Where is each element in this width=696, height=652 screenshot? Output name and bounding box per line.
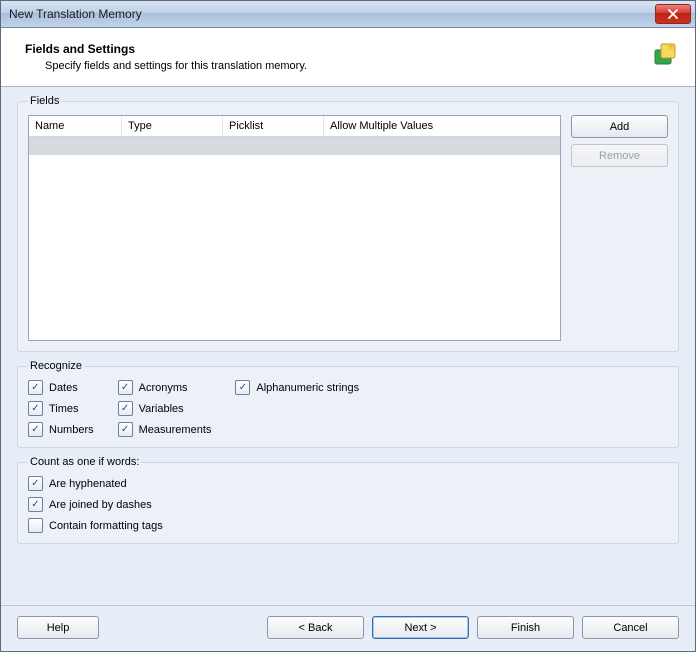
check-icon: ✓ [28, 497, 43, 512]
checkbox-label: Are joined by dashes [49, 499, 152, 511]
header-text: Fields and Settings Specify fields and s… [25, 42, 653, 72]
footer: Help < Back Next > Finish Cancel [1, 605, 695, 651]
checkbox-variables[interactable]: ✓ Variables [118, 401, 212, 416]
checkbox-formatting[interactable]: Contain formatting tags [28, 518, 668, 533]
checkbox-label: Contain formatting tags [49, 520, 163, 532]
check-icon: ✓ [118, 401, 133, 416]
table-row[interactable] [29, 137, 560, 155]
check-icon: ✓ [235, 380, 250, 395]
checkbox-label: Acronyms [139, 382, 188, 394]
page-subtitle: Specify fields and settings for this tra… [25, 60, 653, 72]
col-allow-multiple[interactable]: Allow Multiple Values [324, 116, 560, 136]
check-icon: ✓ [118, 380, 133, 395]
col-type[interactable]: Type [122, 116, 223, 136]
fields-table-body[interactable] [29, 137, 560, 340]
back-button[interactable]: < Back [267, 616, 364, 639]
count-group: Count as one if words: ✓ Are hyphenated … [17, 456, 679, 544]
header: Fields and Settings Specify fields and s… [1, 28, 695, 87]
checkbox-dashes[interactable]: ✓ Are joined by dashes [28, 497, 668, 512]
finish-button[interactable]: Finish [477, 616, 574, 639]
cancel-button[interactable]: Cancel [582, 616, 679, 639]
checkbox-label: Dates [49, 382, 78, 394]
fields-group: Fields Name Type Picklist Allow Multiple… [17, 95, 679, 352]
checkbox-measurements[interactable]: ✓ Measurements [118, 422, 212, 437]
recognize-group: Recognize ✓ Dates ✓ Times ✓ Numbers [17, 360, 679, 448]
add-button[interactable]: Add [571, 115, 668, 138]
checkbox-hyphenated[interactable]: ✓ Are hyphenated [28, 476, 668, 491]
checkbox-label: Alphanumeric strings [256, 382, 359, 394]
fields-table[interactable]: Name Type Picklist Allow Multiple Values [28, 115, 561, 341]
checkbox-label: Numbers [49, 424, 94, 436]
check-icon: ✓ [28, 401, 43, 416]
check-icon: ✓ [28, 380, 43, 395]
checkbox-numbers[interactable]: ✓ Numbers [28, 422, 94, 437]
titlebar: New Translation Memory [1, 1, 695, 28]
check-icon: ✓ [118, 422, 133, 437]
close-icon [668, 9, 678, 19]
check-icon: ✓ [28, 422, 43, 437]
checkbox-dates[interactable]: ✓ Dates [28, 380, 94, 395]
check-icon [28, 518, 43, 533]
recognize-group-label: Recognize [28, 360, 84, 372]
check-icon: ✓ [28, 476, 43, 491]
checkbox-acronyms[interactable]: ✓ Acronyms [118, 380, 212, 395]
help-button[interactable]: Help [17, 616, 99, 639]
col-picklist[interactable]: Picklist [223, 116, 324, 136]
checkbox-label: Are hyphenated [49, 478, 127, 490]
checkbox-label: Variables [139, 403, 184, 415]
checkbox-alphanumeric[interactable]: ✓ Alphanumeric strings [235, 380, 359, 395]
col-name[interactable]: Name [29, 116, 122, 136]
checkbox-label: Times [49, 403, 79, 415]
fields-group-label: Fields [28, 95, 61, 107]
next-button[interactable]: Next > [372, 616, 469, 639]
checkbox-label: Measurements [139, 424, 212, 436]
count-group-label: Count as one if words: [28, 456, 141, 468]
close-button[interactable] [655, 4, 691, 24]
remove-button: Remove [571, 144, 668, 167]
fields-table-header: Name Type Picklist Allow Multiple Values [29, 116, 560, 137]
page-title: Fields and Settings [25, 42, 653, 56]
content: Fields Name Type Picklist Allow Multiple… [1, 87, 695, 605]
window-title: New Translation Memory [5, 7, 655, 21]
tm-icon [653, 42, 677, 69]
checkbox-times[interactable]: ✓ Times [28, 401, 94, 416]
window: New Translation Memory Fields and Settin… [0, 0, 696, 652]
